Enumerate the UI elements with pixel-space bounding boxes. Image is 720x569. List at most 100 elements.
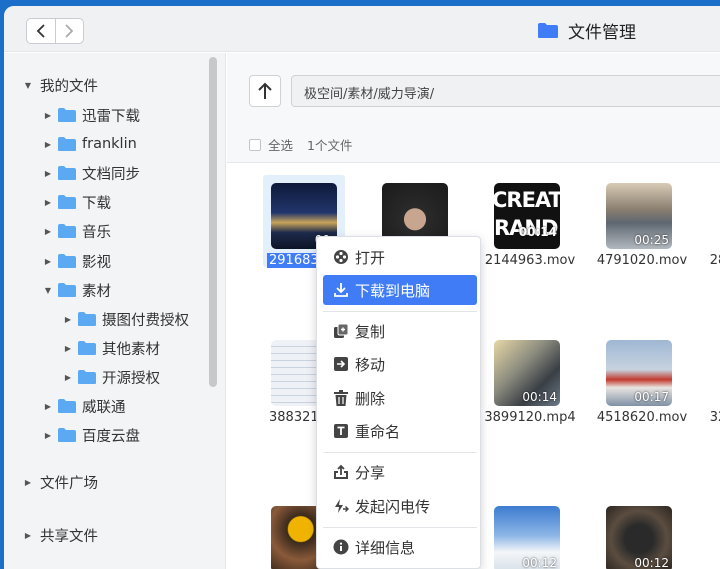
tree-item-downloads[interactable]: ▶ 下载 [42, 191, 111, 213]
tree-item-label: 影视 [82, 254, 111, 271]
caret-right-icon[interactable]: ▶ [42, 257, 54, 266]
tree-root-label: 我的文件 [40, 78, 98, 95]
tree-item-label: 文档同步 [82, 166, 140, 183]
tree-item-label: 威联通 [82, 399, 126, 416]
select-all-label[interactable]: 全选 [268, 135, 293, 154]
file-name: 2144963.mov [484, 253, 576, 268]
video-thumbnail: 00:12 [606, 506, 672, 569]
caret-right-icon[interactable]: ▶ [22, 478, 34, 487]
menu-item-flash-send[interactable]: 发起闪电传 [323, 491, 477, 521]
caret-right-icon[interactable]: ▶ [42, 198, 54, 207]
tree-root-my-files[interactable]: ▼ 我的文件 [22, 74, 98, 96]
caret-right-icon[interactable]: ▶ [62, 315, 74, 324]
tree-item-label: 音乐 [82, 224, 111, 241]
menu-item-download[interactable]: 下载到电脑 [323, 275, 477, 305]
select-all-checkbox[interactable] [249, 138, 261, 151]
caret-right-icon[interactable]: ▶ [62, 344, 74, 353]
caret-right-icon[interactable]: ▶ [42, 227, 54, 236]
tree-item-paid-license[interactable]: ▶ 摄图付费授权 [62, 308, 189, 330]
chevron-right-icon [65, 24, 74, 38]
tree-item-xunlei[interactable]: ▶ 迅雷下载 [42, 104, 140, 126]
menu-item-label: 移动 [355, 355, 386, 374]
menu-separator [323, 311, 477, 312]
folder-icon [78, 312, 96, 326]
tree-section-shared[interactable]: ▶ 共享文件 [22, 524, 98, 546]
duration-label: 00:12 [522, 556, 557, 569]
tree-item-videos[interactable]: ▶ 影视 [42, 250, 111, 272]
video-thumbnail: 00:17 [606, 340, 672, 406]
tree-item-label: 其他素材 [102, 341, 160, 358]
sidebar-scrollbar[interactable] [209, 57, 217, 387]
up-button[interactable] [249, 75, 281, 107]
caret-down-icon[interactable]: ▼ [42, 286, 54, 295]
menu-item-label: 发起闪电传 [355, 497, 431, 516]
folder-icon [78, 341, 96, 355]
share-icon [327, 464, 355, 480]
folder-icon [58, 399, 76, 413]
menu-item-open[interactable]: 打开 [323, 242, 477, 272]
tree-item-doc-sync[interactable]: ▶ 文档同步 [42, 162, 140, 184]
move-icon [327, 356, 355, 372]
path-input[interactable]: 极空间/素材/威力导演/ [291, 75, 720, 107]
menu-item-copy[interactable]: 复制 [323, 316, 477, 346]
tree-item-materials[interactable]: ▼ 素材 [42, 279, 111, 301]
menu-item-label: 重命名 [355, 422, 401, 441]
selection-row: 全选 1个文件 [249, 135, 352, 154]
info-icon [327, 539, 355, 555]
duration-label: 00:14 [522, 390, 557, 404]
folder-icon [58, 428, 76, 442]
menu-separator [323, 527, 477, 528]
open-icon [327, 249, 355, 265]
folder-icon [58, 254, 76, 268]
caret-right-icon[interactable]: ▶ [22, 531, 34, 540]
menu-item-label: 下载到电脑 [355, 281, 431, 300]
caret-right-icon[interactable]: ▶ [42, 431, 54, 440]
sidebar: ▼ 我的文件 ▶ 迅雷下载 ▶ franklin ▶ 文档同步 ▶ 下载 ▶ 音… [4, 53, 226, 569]
section-label: 共享文件 [40, 528, 98, 545]
context-menu: 打开 下载到电脑 复制 移动 删除 重命名 分享 发起闪电传 详细信息 [316, 236, 481, 569]
section-label: 文件广场 [40, 475, 98, 492]
tree-item-franklin[interactable]: ▶ franklin [42, 133, 137, 155]
caret-right-icon[interactable]: ▶ [42, 140, 54, 149]
caret-right-icon[interactable]: ▶ [42, 111, 54, 120]
duration-label: 00:12 [634, 556, 669, 569]
tree-item-label: 素材 [82, 283, 111, 300]
folder-icon [58, 283, 76, 297]
file-name: 28 [709, 253, 720, 268]
tree-item-open-license[interactable]: ▶ 开源授权 [62, 366, 160, 388]
tree-item-label: 迅雷下载 [82, 108, 140, 125]
tree-item-other-materials[interactable]: ▶ 其他素材 [62, 337, 160, 359]
tree-item-music[interactable]: ▶ 音乐 [42, 220, 111, 242]
folder-icon [78, 370, 96, 384]
back-button[interactable] [27, 19, 55, 43]
menu-item-label: 分享 [355, 463, 386, 482]
caret-right-icon[interactable]: ▶ [42, 402, 54, 411]
menu-item-details[interactable]: 详细信息 [323, 532, 477, 562]
tree-item-qnap[interactable]: ▶ 威联通 [42, 395, 126, 417]
caret-right-icon[interactable]: ▶ [62, 373, 74, 382]
menu-item-label: 删除 [355, 389, 386, 408]
menu-item-delete[interactable]: 删除 [323, 383, 477, 413]
menu-item-rename[interactable]: 重命名 [323, 416, 477, 446]
folder-icon [58, 137, 76, 151]
title-bar: 文件管理 [4, 6, 720, 52]
tree-section-file-square[interactable]: ▶ 文件广场 [22, 471, 98, 493]
file-name: 3899120.mp4 [484, 410, 576, 425]
tree-item-baidu[interactable]: ▶ 百度云盘 [42, 424, 140, 446]
copy-icon [327, 323, 355, 339]
window-title: 文件管理 [537, 18, 636, 43]
forward-button[interactable] [54, 19, 84, 43]
toolbar: 极空间/素材/威力导演/ 全选 1个文件 [227, 53, 720, 163]
folder-icon [58, 224, 76, 238]
menu-item-move[interactable]: 移动 [323, 349, 477, 379]
video-thumbnail: 00:25 [606, 183, 672, 249]
caret-right-icon[interactable]: ▶ [42, 169, 54, 178]
caret-down-icon[interactable]: ▼ [22, 81, 34, 90]
tree-item-label: 下载 [82, 195, 111, 212]
menu-separator [323, 452, 477, 453]
tree-item-label: 百度云盘 [82, 428, 140, 445]
folder-icon [58, 195, 76, 209]
nav-buttons [26, 18, 84, 44]
menu-item-share[interactable]: 分享 [323, 457, 477, 487]
window-title-text: 文件管理 [568, 23, 636, 43]
